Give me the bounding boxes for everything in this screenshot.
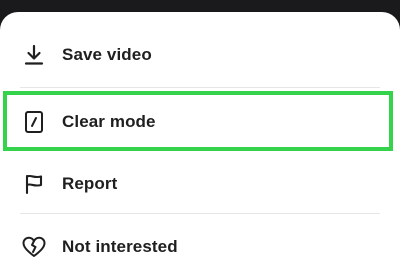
not-interested-label: Not interested [62,237,178,256]
save-video-option[interactable]: Save video [0,24,400,86]
clear-mode-label: Clear mode [62,112,156,131]
not-interested-option[interactable]: Not interested [0,216,400,266]
flag-icon [22,172,46,196]
divider [20,87,380,88]
download-icon [22,43,46,67]
broken-heart-icon [22,235,46,259]
report-option[interactable]: Report [0,153,400,215]
report-label: Report [62,174,118,193]
clear-mode-option[interactable]: Clear mode [0,91,400,153]
options-bottom-sheet: Save video Clear mode Report Not interes… [0,12,400,266]
clear-mode-icon [22,110,46,134]
divider [20,213,380,214]
save-video-label: Save video [62,45,152,64]
